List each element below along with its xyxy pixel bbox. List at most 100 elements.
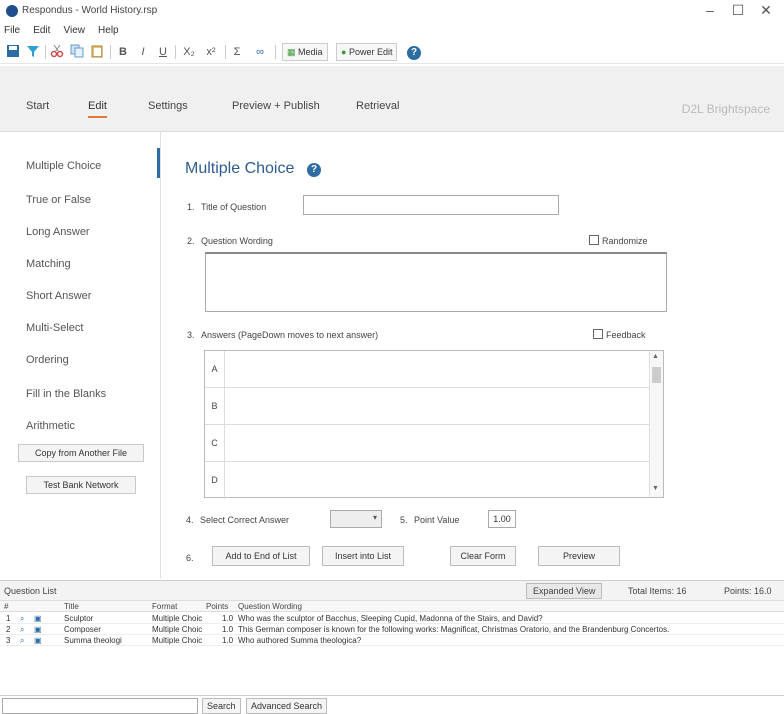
correct-answer-label: Select Correct Answer [200, 515, 290, 525]
total-points: Points: 16.0 [724, 586, 772, 596]
col-question-wording[interactable]: Question Wording [238, 602, 302, 611]
step-6-number: 6. [186, 553, 194, 563]
answer-row-a[interactable]: A [205, 351, 649, 388]
step-4-number: 4. [186, 515, 194, 525]
ribbon-tabs: Start Edit Settings Preview + Publish Re… [0, 66, 784, 132]
media-button[interactable]: ▦ Media [282, 43, 328, 61]
question-wording-textarea[interactable] [205, 252, 667, 312]
answers-scrollbar[interactable]: ▲ ▼ [649, 351, 663, 497]
sidebar-item-long-answer[interactable]: Long Answer [26, 226, 90, 238]
sidebar-item-fill-blanks[interactable]: Fill in the Blanks [26, 388, 106, 400]
tab-start[interactable]: Start [26, 100, 49, 112]
sidebar-item-matching[interactable]: Matching [26, 258, 71, 270]
filter-icon[interactable] [26, 44, 40, 60]
cut-icon[interactable] [50, 44, 64, 60]
bold-button[interactable]: B [116, 44, 130, 60]
clear-form-button[interactable]: Clear Form [450, 546, 516, 566]
sidebar-item-multi-select[interactable]: Multi-Select [26, 322, 83, 334]
minimize-button[interactable]: – [700, 2, 720, 18]
answers-label: Answers (PageDown moves to next answer) [201, 330, 379, 340]
save-icon[interactable] [6, 44, 20, 60]
answer-row-c[interactable]: C [205, 425, 649, 462]
question-list-title: Question List [4, 586, 57, 596]
tab-settings[interactable]: Settings [148, 100, 188, 112]
sidebar-item-short-answer[interactable]: Short Answer [26, 290, 91, 302]
feedback-label: Feedback [606, 330, 646, 340]
advanced-search-button[interactable]: Advanced Search [246, 698, 328, 714]
sidebar-item-multiple-choice[interactable]: Multiple Choice [26, 160, 101, 172]
link-button[interactable]: ∞ [252, 44, 268, 60]
answer-row-d[interactable]: D [205, 462, 649, 499]
window-title: Respondus - World History.rsp [22, 5, 158, 16]
preview-button[interactable]: Preview [538, 546, 620, 566]
page-title: Multiple Choice [185, 160, 295, 177]
test-bank-network-button[interactable]: Test Bank Network [26, 476, 136, 494]
superscript-button[interactable]: x² [202, 44, 220, 60]
menu-file[interactable]: File [4, 25, 20, 36]
scroll-thumb[interactable] [652, 367, 661, 383]
feedback-checkbox[interactable] [593, 329, 603, 339]
col-points[interactable]: Points [206, 602, 228, 611]
title-input[interactable] [303, 195, 559, 215]
tab-preview-publish[interactable]: Preview + Publish [232, 100, 320, 112]
subscript-button[interactable]: X₂ [180, 44, 198, 60]
help-toolbar-icon[interactable]: ? [406, 44, 422, 60]
sidebar-item-true-false[interactable]: True or False [26, 194, 91, 206]
table-row[interactable]: 1 ⌕ ▣ Sculptor Multiple Choic 1.0 Who wa… [0, 613, 784, 624]
close-button[interactable]: ✕ [756, 2, 776, 19]
total-items: Total Items: 16 [628, 586, 687, 596]
preview-icon[interactable]: ⌕ [20, 614, 24, 624]
point-value-input[interactable]: 1.00 [488, 510, 516, 528]
sidebar-item-ordering[interactable]: Ordering [26, 354, 69, 366]
expanded-view-button[interactable]: Expanded View [526, 583, 603, 599]
question-wording-label: Question Wording [201, 236, 273, 246]
correct-answer-select[interactable]: ▾ [330, 510, 382, 528]
insert-into-list-button[interactable]: Insert into List [322, 546, 404, 566]
title-label: Title of Question [201, 202, 267, 212]
help-icon[interactable]: ? [307, 163, 321, 177]
scroll-up-icon[interactable]: ▲ [652, 353, 659, 360]
answer-letter: A [205, 351, 225, 388]
italic-button[interactable]: I [136, 44, 150, 60]
tab-edit[interactable]: Edit [88, 100, 107, 118]
edit-icon[interactable]: ▣ [34, 636, 42, 645]
point-value-label: Point Value [414, 515, 460, 525]
col-number[interactable]: # [4, 602, 8, 611]
search-button[interactable]: Search [202, 698, 241, 714]
step-5-number: 5. [400, 515, 408, 525]
edit-icon[interactable]: ▣ [34, 614, 42, 623]
table-row[interactable]: 3 ⌕ ▣ Summa theologi Multiple Choic 1.0 … [0, 635, 784, 646]
answer-letter: B [205, 388, 225, 425]
step-2-number: 2. [187, 236, 195, 246]
menu-edit[interactable]: Edit [33, 25, 50, 36]
paste-icon[interactable] [90, 44, 104, 60]
question-list-columns: # Title Format Points Question Wording [0, 601, 784, 612]
randomize-checkbox[interactable] [589, 235, 599, 245]
answer-letter: C [205, 425, 225, 462]
add-to-end-button[interactable]: Add to End of List [212, 546, 310, 566]
copy-from-file-button[interactable]: Copy from Another File [18, 444, 144, 462]
copy-icon[interactable] [70, 44, 84, 60]
search-bar: Search Advanced Search [0, 695, 784, 714]
col-title[interactable]: Title [64, 602, 79, 611]
lms-label: D2L Brightspace [681, 102, 770, 116]
maximize-button[interactable]: ☐ [728, 2, 748, 19]
edit-icon[interactable]: ▣ [34, 625, 42, 634]
search-input[interactable] [2, 698, 198, 714]
sidebar-item-arithmetic[interactable]: Arithmetic [26, 420, 75, 432]
col-format[interactable]: Format [152, 602, 177, 611]
menu-help[interactable]: Help [98, 25, 119, 36]
tab-retrieval[interactable]: Retrieval [356, 100, 399, 112]
answer-row-b[interactable]: B [205, 388, 649, 425]
menu-view[interactable]: View [63, 25, 85, 36]
scroll-down-icon[interactable]: ▼ [652, 485, 659, 492]
power-edit-button[interactable]: ● Power Edit [336, 43, 398, 61]
title-bar: Respondus - World History.rsp – ☐ ✕ [0, 0, 784, 22]
underline-button[interactable]: U [156, 44, 170, 60]
question-list-panel: Question List Expanded View Total Items:… [0, 580, 784, 714]
answer-letter: D [205, 462, 225, 499]
preview-icon[interactable]: ⌕ [20, 636, 24, 646]
table-row[interactable]: 2 ⌕ ▣ Composer Multiple Choic 1.0 This G… [0, 624, 784, 635]
preview-icon[interactable]: ⌕ [20, 625, 24, 635]
equation-button[interactable]: Σ [230, 44, 244, 60]
